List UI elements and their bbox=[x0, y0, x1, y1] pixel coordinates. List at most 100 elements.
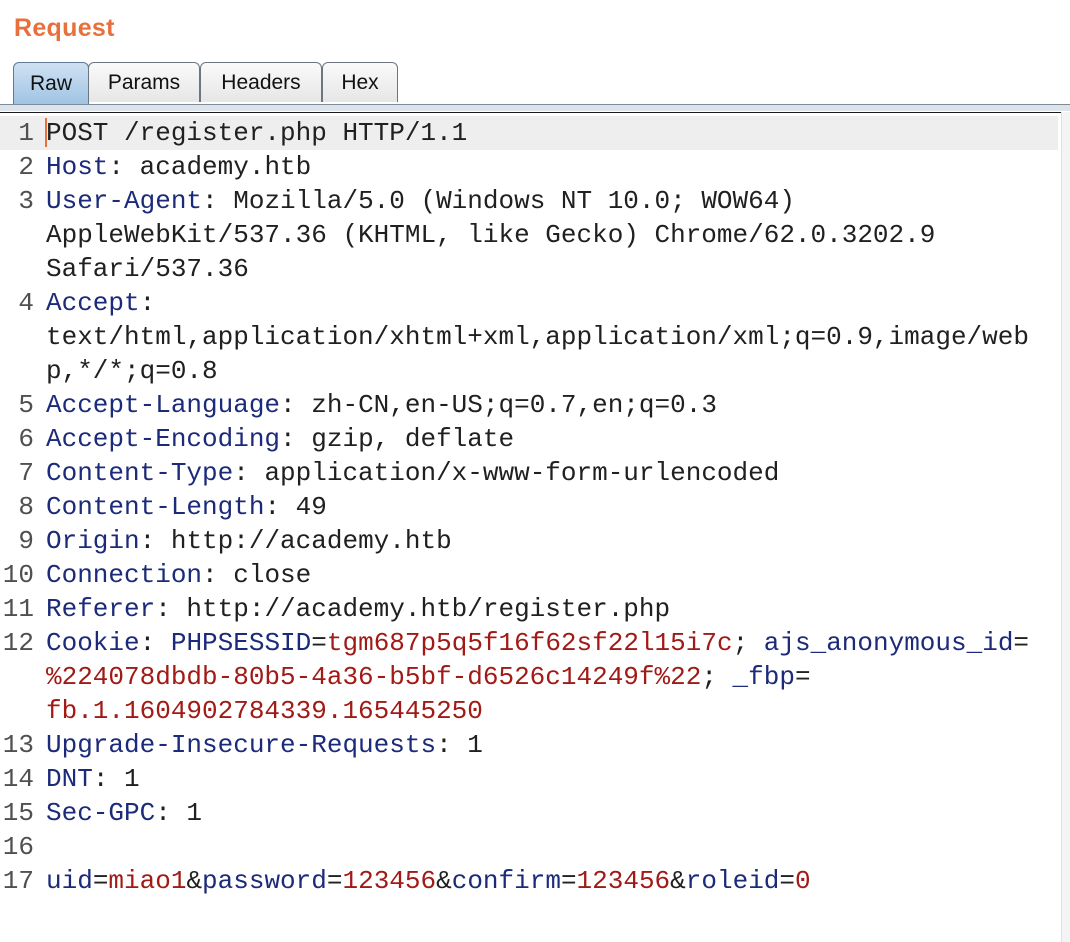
line-number: 1 bbox=[18, 118, 34, 148]
header-connection: Connection: close bbox=[46, 558, 1062, 592]
param-name: confirm bbox=[451, 866, 561, 896]
header-value: Mozilla/5.0 (Windows NT 10.0; WOW64) bbox=[217, 186, 795, 216]
cookie-equals: = bbox=[311, 628, 327, 658]
header-value: academy.htb bbox=[124, 152, 312, 182]
param-value: 123456 bbox=[576, 866, 671, 896]
param-separator: & bbox=[436, 866, 452, 896]
header-content-length: Content-Length: 49 bbox=[46, 490, 1062, 524]
header-value: close bbox=[217, 560, 312, 590]
header-referer: Referer: http://academy.htb/register.php bbox=[46, 592, 1062, 626]
header-name: Upgrade-Insecure-Requests bbox=[46, 730, 437, 760]
tab-params[interactable]: Params bbox=[88, 62, 200, 102]
header-value: http://academy.htb/register.php bbox=[170, 594, 671, 624]
line-number: 8 bbox=[18, 492, 34, 522]
cookie-equals: = bbox=[794, 662, 811, 692]
header-colon: : bbox=[264, 492, 281, 522]
param-name: password bbox=[202, 866, 327, 896]
header-name: Content-Type bbox=[46, 458, 234, 488]
text-cursor bbox=[45, 118, 47, 147]
param-equals: = bbox=[326, 866, 343, 896]
header-value: 49 bbox=[280, 492, 327, 522]
header-accept-language: Accept-Language: zh-CN,en-US;q=0.7,en;q=… bbox=[46, 388, 1062, 422]
panel-title: Request bbox=[14, 14, 115, 42]
tab-headers[interactable]: Headers bbox=[200, 62, 322, 102]
header-colon: : bbox=[155, 594, 171, 624]
tab-hex[interactable]: Hex bbox=[322, 62, 398, 102]
cookie-separator: ; bbox=[732, 628, 764, 658]
header-colon: : bbox=[92, 764, 109, 794]
param-value: 0 bbox=[795, 866, 811, 896]
header-name: Accept-Language bbox=[46, 390, 281, 420]
line-number: 3 bbox=[18, 186, 34, 216]
header-colon: : bbox=[155, 798, 171, 828]
header-host: Host: academy.htb bbox=[46, 150, 1062, 184]
header-name: DNT bbox=[46, 764, 93, 794]
line-number: 2 bbox=[18, 152, 34, 182]
line-number: 11 bbox=[2, 594, 34, 624]
header-content-type: Content-Type: application/x-www-form-url… bbox=[46, 456, 1062, 490]
editor-scrollbar[interactable] bbox=[1061, 112, 1070, 942]
line-number: 14 bbox=[2, 764, 34, 794]
param-name: roleid bbox=[685, 866, 780, 896]
header-value-continuation: text/html,application/xhtml+xml,applicat… bbox=[46, 322, 1029, 352]
cookie-name: PHPSESSID bbox=[170, 628, 312, 658]
header-colon: : bbox=[139, 526, 156, 556]
line-number: 13 bbox=[2, 730, 34, 760]
param-value: 123456 bbox=[342, 866, 437, 896]
header-colon: : bbox=[280, 390, 296, 420]
request-line: POST /register.php HTTP/1.1 bbox=[46, 116, 1062, 150]
param-name: uid bbox=[46, 866, 93, 896]
header-upgrade-insecure-requests: Upgrade-Insecure-Requests: 1 bbox=[46, 728, 1062, 762]
param-value: miao1 bbox=[108, 866, 187, 896]
header-name: Host bbox=[46, 152, 109, 182]
param-equals: = bbox=[92, 866, 109, 896]
line-number: 4 bbox=[18, 288, 34, 318]
header-name: Sec-GPC bbox=[46, 798, 156, 828]
header-sec-gpc: Sec-GPC: 1 bbox=[46, 796, 1062, 830]
cookie-name: ajs_anonymous_id bbox=[763, 628, 1014, 658]
line-number: 5 bbox=[18, 390, 34, 420]
cookie-separator: ; bbox=[701, 662, 733, 692]
header-name: Referer bbox=[46, 594, 156, 624]
header-value: 1 bbox=[108, 764, 140, 794]
header-name: Accept-Encoding bbox=[46, 424, 281, 454]
header-colon: : bbox=[233, 458, 249, 488]
cookie-equals: = bbox=[1013, 628, 1030, 658]
param-equals: = bbox=[779, 866, 796, 896]
header-colon: : bbox=[139, 628, 171, 658]
header-value-continuation: %224078dbdb-80b5-4a36-b5bf-d6526c14249f%… bbox=[46, 660, 1062, 694]
header-value-continuation: AppleWebKit/537.36 (KHTML, like Gecko) C… bbox=[46, 220, 936, 250]
param-equals: = bbox=[560, 866, 577, 896]
header-colon: : bbox=[202, 560, 218, 590]
header-value: application/x-www-form-urlencoded bbox=[248, 458, 780, 488]
header-colon: : bbox=[139, 288, 156, 318]
header-name: Origin bbox=[46, 526, 140, 556]
header-origin: Origin: http://academy.htb bbox=[46, 524, 1062, 558]
header-name: Cookie bbox=[46, 628, 140, 658]
header-value: 1 bbox=[170, 798, 203, 828]
param-separator: & bbox=[186, 866, 203, 896]
header-value: zh-CN,en-US;q=0.7,en;q=0.3 bbox=[295, 390, 717, 420]
header-cookie: Cookie: PHPSESSID=tgm687p5q5f16f62sf22l1… bbox=[46, 626, 1062, 660]
header-dnt: DNT: 1 bbox=[46, 762, 1062, 796]
header-value: http://academy.htb bbox=[155, 526, 452, 556]
header-colon: : bbox=[202, 186, 218, 216]
tab-strip-divider bbox=[0, 104, 1070, 111]
header-value: gzip, deflate bbox=[295, 424, 515, 454]
cookie-value: %224078dbdb-80b5-4a36-b5bf-d6526c14249f%… bbox=[46, 662, 702, 692]
header-name: Accept bbox=[46, 288, 140, 318]
header-accept-encoding: Accept-Encoding: gzip, deflate bbox=[46, 422, 1062, 456]
header-value-continuation: fb.1.1604902784339.165445250 bbox=[46, 694, 1062, 728]
tab-raw[interactable]: Raw bbox=[13, 62, 89, 105]
header-colon: : bbox=[108, 152, 125, 182]
line-number: 12 bbox=[2, 628, 34, 658]
header-name: Content-Length bbox=[46, 492, 265, 522]
line-number: 16 bbox=[2, 832, 34, 862]
cookie-value: tgm687p5q5f16f62sf22l15i7c bbox=[326, 628, 733, 658]
header-value: 1 bbox=[451, 730, 483, 760]
header-user-agent: User-Agent: Mozilla/5.0 (Windows NT 10.0… bbox=[46, 184, 1062, 218]
header-value-continuation: p,*/*;q=0.8 bbox=[46, 356, 218, 386]
header-colon: : bbox=[436, 730, 452, 760]
line-number: 9 bbox=[18, 526, 34, 556]
line-number: 17 bbox=[2, 866, 34, 896]
